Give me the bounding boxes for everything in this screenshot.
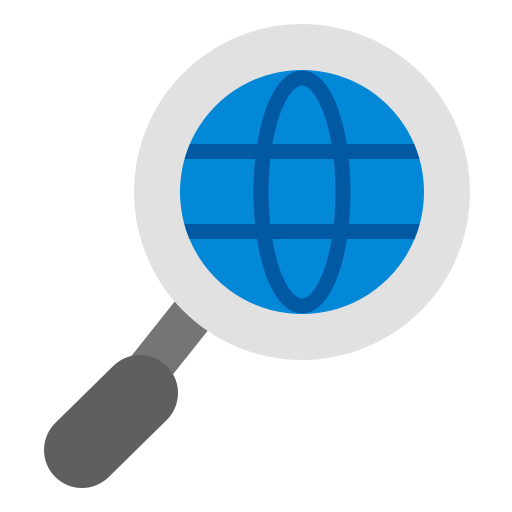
magnifier-globe-svg [44,24,470,488]
globe-disc [180,70,424,314]
globe-latitude-bottom [180,224,424,239]
web-search-icon [0,0,512,512]
handle-grip [44,355,178,488]
globe-latitude-top [180,144,424,159]
magnifier-handle [44,281,226,488]
